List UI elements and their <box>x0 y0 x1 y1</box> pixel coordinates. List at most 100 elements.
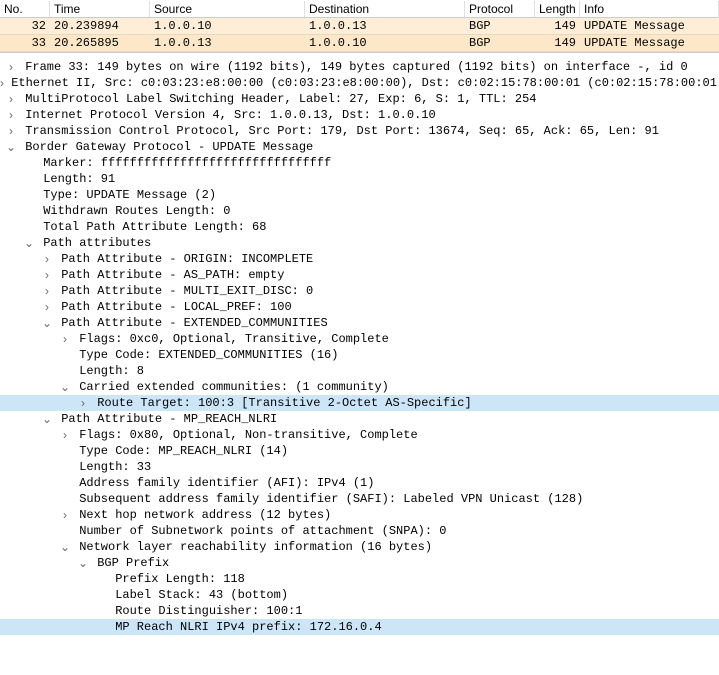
tree-row[interactable]: · MP Reach NLRI IPv4 prefix: 172.16.0.4 <box>0 619 719 635</box>
expander-open-icon[interactable]: ⌄ <box>58 379 72 395</box>
expander-open-icon[interactable]: ⌄ <box>40 411 54 427</box>
tree-row[interactable]: › Flags: 0xc0, Optional, Transitive, Com… <box>0 331 719 347</box>
tree-row[interactable]: ⌄ Carried extended communities: (1 commu… <box>0 379 719 395</box>
cell-destination: 1.0.0.13 <box>305 18 465 34</box>
tree-label: BGP Prefix <box>90 555 169 571</box>
tree-row[interactable]: › MultiProtocol Label Switching Header, … <box>0 91 719 107</box>
tree-row[interactable]: › Internet Protocol Version 4, Src: 1.0.… <box>0 107 719 123</box>
expander-open-icon[interactable]: ⌄ <box>76 555 90 571</box>
tree-row[interactable]: · Length: 8 <box>0 363 719 379</box>
tree-label: Path Attribute - LOCAL_PREF: 100 <box>54 299 292 315</box>
expander-spacer: · <box>58 475 72 491</box>
expander-open-icon[interactable]: ⌄ <box>58 539 72 555</box>
tree-row[interactable]: ⌄ Path Attribute - EXTENDED_COMMUNITIES <box>0 315 719 331</box>
tree-label: Length: 91 <box>36 171 115 187</box>
expander-closed-icon[interactable]: › <box>40 251 54 267</box>
col-header-info[interactable]: Info <box>580 1 719 17</box>
cell-length: 149 <box>535 35 580 51</box>
tree-row[interactable]: · Number of Subnetwork points of attachm… <box>0 523 719 539</box>
col-header-source[interactable]: Source <box>150 1 305 17</box>
tree-label: Path Attribute - MULTI_EXIT_DISC: 0 <box>54 283 313 299</box>
tree-label: Border Gateway Protocol - UPDATE Message <box>18 139 313 155</box>
expander-spacer: · <box>58 363 72 379</box>
tree-label: Subsequent address family identifier (SA… <box>72 491 583 507</box>
expander-closed-icon[interactable]: › <box>58 331 72 347</box>
expander-open-icon[interactable]: ⌄ <box>40 315 54 331</box>
packet-details-tree: › Frame 33: 149 bytes on wire (1192 bits… <box>0 53 719 635</box>
tree-row[interactable]: ⌄ BGP Prefix <box>0 555 719 571</box>
expander-spacer: · <box>22 203 36 219</box>
expander-spacer: · <box>22 187 36 203</box>
tree-label: Path Attribute - ORIGIN: INCOMPLETE <box>54 251 313 267</box>
tree-row[interactable]: · Type Code: MP_REACH_NLRI (14) <box>0 443 719 459</box>
tree-row[interactable]: › Flags: 0x80, Optional, Non-transitive,… <box>0 427 719 443</box>
tree-row[interactable]: ⌄ Path Attribute - MP_REACH_NLRI <box>0 411 719 427</box>
tree-label: Length: 8 <box>72 363 144 379</box>
tree-label: Total Path Attribute Length: 68 <box>36 219 266 235</box>
tree-row[interactable]: · Subsequent address family identifier (… <box>0 491 719 507</box>
tree-row[interactable]: · Address family identifier (AFI): IPv4 … <box>0 475 719 491</box>
cell-source: 1.0.0.10 <box>150 18 305 34</box>
expander-spacer: · <box>58 347 72 363</box>
expander-open-icon[interactable]: ⌄ <box>22 235 36 251</box>
tree-label: Network layer reachability information (… <box>72 539 432 555</box>
tree-row[interactable]: › Path Attribute - MULTI_EXIT_DISC: 0 <box>0 283 719 299</box>
expander-closed-icon[interactable]: › <box>4 123 18 139</box>
expander-spacer: · <box>94 571 108 587</box>
expander-spacer: · <box>22 171 36 187</box>
expander-closed-icon[interactable]: › <box>4 107 18 123</box>
tree-row[interactable]: ⌄ Path attributes <box>0 235 719 251</box>
expander-closed-icon[interactable]: › <box>40 267 54 283</box>
tree-row[interactable]: · Total Path Attribute Length: 68 <box>0 219 719 235</box>
cell-no: 32 <box>0 18 50 34</box>
expander-spacer: · <box>22 155 36 171</box>
tree-label: MP Reach NLRI IPv4 prefix: 172.16.0.4 <box>108 619 382 635</box>
tree-row[interactable]: · Route Distinguisher: 100:1 <box>0 603 719 619</box>
tree-row[interactable]: · Marker: ffffffffffffffffffffffffffffff… <box>0 155 719 171</box>
tree-row[interactable]: › Path Attribute - AS_PATH: empty <box>0 267 719 283</box>
packet-row[interactable]: 3220.2398941.0.0.101.0.0.13BGP149UPDATE … <box>0 18 719 35</box>
tree-row[interactable]: › Transmission Control Protocol, Src Por… <box>0 123 719 139</box>
expander-closed-icon[interactable]: › <box>40 299 54 315</box>
tree-row[interactable]: · Length: 33 <box>0 459 719 475</box>
tree-row[interactable]: · Type: UPDATE Message (2) <box>0 187 719 203</box>
tree-row[interactable]: › Frame 33: 149 bytes on wire (1192 bits… <box>0 59 719 75</box>
expander-closed-icon[interactable]: › <box>4 59 18 75</box>
tree-row[interactable]: › Ethernet II, Src: c0:03:23:e8:00:00 (c… <box>0 75 719 91</box>
tree-row[interactable]: · Withdrawn Routes Length: 0 <box>0 203 719 219</box>
col-header-length[interactable]: Length <box>535 1 580 17</box>
expander-closed-icon[interactable]: › <box>58 507 72 523</box>
tree-row[interactable]: ⌄ Border Gateway Protocol - UPDATE Messa… <box>0 139 719 155</box>
cell-time: 20.265895 <box>50 35 150 51</box>
tree-row[interactable]: ⌄ Network layer reachability information… <box>0 539 719 555</box>
tree-label: Route Target: 100:3 [Transitive 2-Octet … <box>90 395 472 411</box>
col-header-protocol[interactable]: Protocol <box>465 1 535 17</box>
cell-no: 33 <box>0 35 50 51</box>
tree-row[interactable]: · Length: 91 <box>0 171 719 187</box>
col-header-destination[interactable]: Destination <box>305 1 465 17</box>
col-header-no[interactable]: No. <box>0 1 50 17</box>
tree-row[interactable]: · Label Stack: 43 (bottom) <box>0 587 719 603</box>
expander-closed-icon[interactable]: › <box>4 91 18 107</box>
tree-row[interactable]: › Route Target: 100:3 [Transitive 2-Octe… <box>0 395 719 411</box>
col-header-time[interactable]: Time <box>50 1 150 17</box>
tree-row[interactable]: · Type Code: EXTENDED_COMMUNITIES (16) <box>0 347 719 363</box>
expander-closed-icon[interactable]: › <box>40 283 54 299</box>
tree-row[interactable]: › Path Attribute - LOCAL_PREF: 100 <box>0 299 719 315</box>
expander-spacer: · <box>58 523 72 539</box>
packet-row[interactable]: 3320.2658951.0.0.131.0.0.10BGP149UPDATE … <box>0 35 719 52</box>
tree-label: Internet Protocol Version 4, Src: 1.0.0.… <box>18 107 436 123</box>
tree-row[interactable]: › Path Attribute - ORIGIN: INCOMPLETE <box>0 251 719 267</box>
tree-label: Carried extended communities: (1 communi… <box>72 379 389 395</box>
tree-label: Type Code: MP_REACH_NLRI (14) <box>72 443 288 459</box>
tree-label: Path Attribute - MP_REACH_NLRI <box>54 411 277 427</box>
expander-closed-icon[interactable]: › <box>58 427 72 443</box>
expander-open-icon[interactable]: ⌄ <box>4 139 18 155</box>
tree-row[interactable]: · Prefix Length: 118 <box>0 571 719 587</box>
cell-destination: 1.0.0.10 <box>305 35 465 51</box>
tree-row[interactable]: › Next hop network address (12 bytes) <box>0 507 719 523</box>
tree-label: MultiProtocol Label Switching Header, La… <box>18 91 536 107</box>
expander-closed-icon[interactable]: › <box>76 395 90 411</box>
tree-label: Length: 33 <box>72 459 151 475</box>
tree-label: Type: UPDATE Message (2) <box>36 187 216 203</box>
